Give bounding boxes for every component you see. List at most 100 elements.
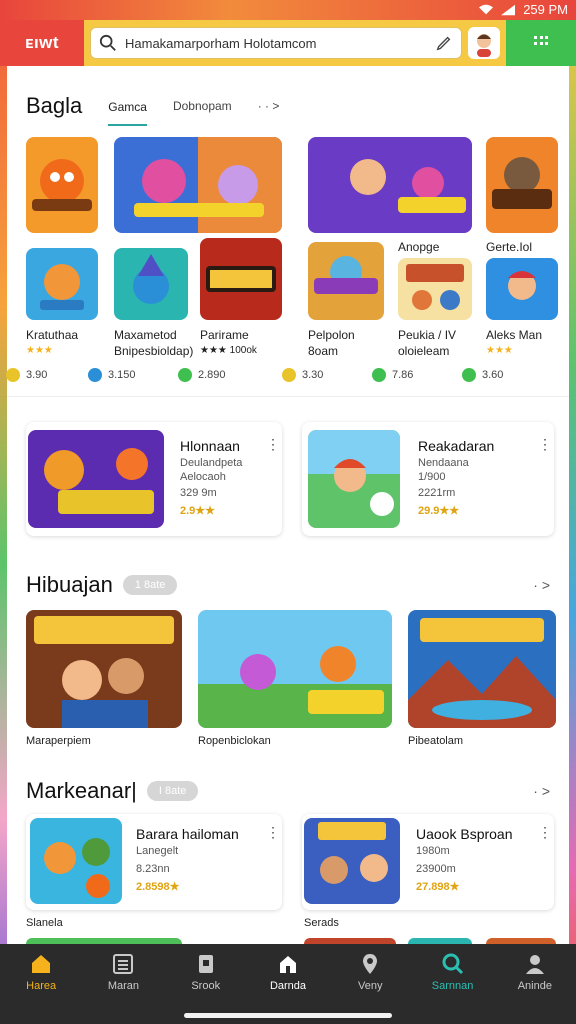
nav-profile[interactable]: Aninde xyxy=(494,944,576,1024)
section-markeanar-header: Markeanar| I 8ate · > xyxy=(26,778,550,804)
card-subtitle: Lanegelt xyxy=(136,845,179,857)
decorative-frame-left xyxy=(0,0,7,1024)
app-thumb[interactable] xyxy=(26,137,98,233)
game-label: Pibeatolam xyxy=(408,735,464,747)
card-caption: Slanela xyxy=(26,917,63,929)
section-title: Bagla xyxy=(26,93,83,118)
card-rating: 27.898★ xyxy=(416,881,460,893)
card-meta: 2221rm xyxy=(418,487,456,499)
app-thumb[interactable] xyxy=(486,137,558,233)
card-subtitle: 1/900 xyxy=(418,471,446,483)
card-subtitle: Nendaana xyxy=(418,457,469,469)
app-rating: ★★★ xyxy=(26,345,53,356)
decorative-frame-right xyxy=(569,0,576,1024)
home-indicator[interactable] xyxy=(184,1013,392,1018)
card-title: Barara hailoman xyxy=(136,826,239,842)
app-subtitle: ★★★ 100ok xyxy=(200,345,257,356)
list-icon xyxy=(113,954,134,974)
card-meta: 8.23nn xyxy=(136,863,170,875)
nav-darnda[interactable]: Darnda xyxy=(247,944,329,1024)
price-item[interactable]: 3.30 xyxy=(282,368,323,382)
section-more-link[interactable]: · > xyxy=(533,577,550,593)
house-icon xyxy=(279,956,296,973)
app-rating: ★★★ xyxy=(486,345,513,356)
app-thumb[interactable] xyxy=(26,248,98,320)
nav-search[interactable]: Sarnnan xyxy=(411,944,493,1024)
tab-bar: Gamca Dobnopam · · > xyxy=(108,86,279,126)
game-thumb[interactable] xyxy=(26,610,182,728)
nav-srook[interactable]: Srook xyxy=(165,944,247,1024)
card-meta: 23900m xyxy=(416,863,456,875)
search-zone: Hamakamarporham Holotamcom xyxy=(84,20,506,66)
app-thumb[interactable] xyxy=(308,137,472,233)
avatar[interactable] xyxy=(468,27,500,59)
card-rating: 29.9★★ xyxy=(418,505,460,517)
featured-card[interactable]: Reakadaran Nendaana 1/900 2221rm 29.9★★ … xyxy=(302,422,554,536)
section-bagla-header: Bagla Gamca Dobnopam · · > xyxy=(26,86,550,126)
section-badge: 1 8ate xyxy=(122,575,178,595)
tab-dobnopam[interactable]: Dobnopam xyxy=(173,93,232,119)
signal-icon xyxy=(501,4,516,15)
featured-card[interactable]: Hlonnaan Deulandpeta Aelocaoh 329 9m 2.9… xyxy=(26,422,282,536)
more-options-icon[interactable]: ⋮ xyxy=(538,824,552,841)
card-subtitle: Deulandpeta xyxy=(180,457,243,469)
nav-veny[interactable]: Veny xyxy=(329,944,411,1024)
more-options-icon[interactable]: ⋮ xyxy=(266,436,280,453)
apps-grid-button[interactable] xyxy=(506,20,576,66)
nav-home[interactable]: Harea xyxy=(0,944,82,1024)
card-subtitle: 1980m xyxy=(416,845,450,857)
featured-thumb xyxy=(308,430,400,528)
list-card[interactable]: Uaook Bsproan 1980m 23900m 27.898★ ⋮ xyxy=(302,814,554,910)
app-title: Peukia / IV xyxy=(398,328,457,342)
game-thumb[interactable] xyxy=(198,610,392,728)
card-rating: 2.9★★ xyxy=(180,505,216,517)
card-subtitle: Aelocaoh xyxy=(180,471,226,483)
app-header: ᴇıwt Hamakamarporham Holotamcom xyxy=(0,20,576,66)
price-row: 3.90 3.150 2.890 3.30 7.86 3.60 xyxy=(0,368,576,388)
more-options-icon[interactable]: ⋮ xyxy=(538,436,552,453)
list-card[interactable]: Barara hailoman Lanegelt 8.23nn 2.8598★ … xyxy=(26,814,282,910)
price-item[interactable]: 3.90 xyxy=(6,368,47,382)
card-title: Reakadaran xyxy=(418,438,495,454)
app-thumb[interactable] xyxy=(486,258,558,320)
app-thumb[interactable] xyxy=(114,137,282,233)
app-thumb[interactable] xyxy=(114,248,188,320)
game-label: Maraperpiem xyxy=(26,735,91,747)
card-caption: Serads xyxy=(304,917,339,929)
featured-thumb xyxy=(28,430,164,528)
app-logo[interactable]: ᴇıwt xyxy=(0,20,84,66)
location-icon xyxy=(363,954,378,974)
app-label: Anopge xyxy=(398,240,440,254)
price-item[interactable]: 2.890 xyxy=(178,368,226,382)
person-icon xyxy=(525,955,544,974)
app-subtitle: Bnipesbioldap) xyxy=(114,344,194,358)
app-thumb[interactable] xyxy=(398,258,472,320)
app-thumb[interactable] xyxy=(200,238,282,320)
card-rating: 2.8598★ xyxy=(136,881,180,893)
card-meta: 329 9m xyxy=(180,487,217,499)
nav-maran[interactable]: Maran xyxy=(82,944,164,1024)
status-time: 259 PM xyxy=(523,2,568,17)
section-more-link[interactable]: · > xyxy=(533,783,550,799)
price-item[interactable]: 3.60 xyxy=(462,368,503,382)
section-title: Hibuajan xyxy=(26,572,113,597)
app-subtitle: oloieleam xyxy=(398,344,450,358)
price-item[interactable]: 7.86 xyxy=(372,368,413,382)
bookmark-icon xyxy=(198,955,213,973)
tab-gamca[interactable]: Gamca xyxy=(108,94,147,126)
app-title: Kratuthaa xyxy=(26,328,79,342)
game-label: Ropenbiclokan xyxy=(198,735,271,747)
divider xyxy=(7,396,569,397)
game-thumb[interactable] xyxy=(408,610,556,728)
card-title: Hlonnaan xyxy=(180,438,240,454)
app-thumb[interactable] xyxy=(308,242,384,320)
wifi-icon xyxy=(479,4,494,14)
app-title: Aleks Man xyxy=(486,328,543,342)
tabs-more[interactable]: · · > xyxy=(258,93,280,119)
pen-icon[interactable] xyxy=(435,34,453,52)
app-title: Maxametod xyxy=(114,328,177,342)
app-subtitle: 8oam xyxy=(308,344,339,358)
search-input[interactable]: Hamakamarporham Holotamcom xyxy=(90,27,462,59)
price-item[interactable]: 3.150 xyxy=(88,368,136,382)
more-options-icon[interactable]: ⋮ xyxy=(266,824,280,841)
